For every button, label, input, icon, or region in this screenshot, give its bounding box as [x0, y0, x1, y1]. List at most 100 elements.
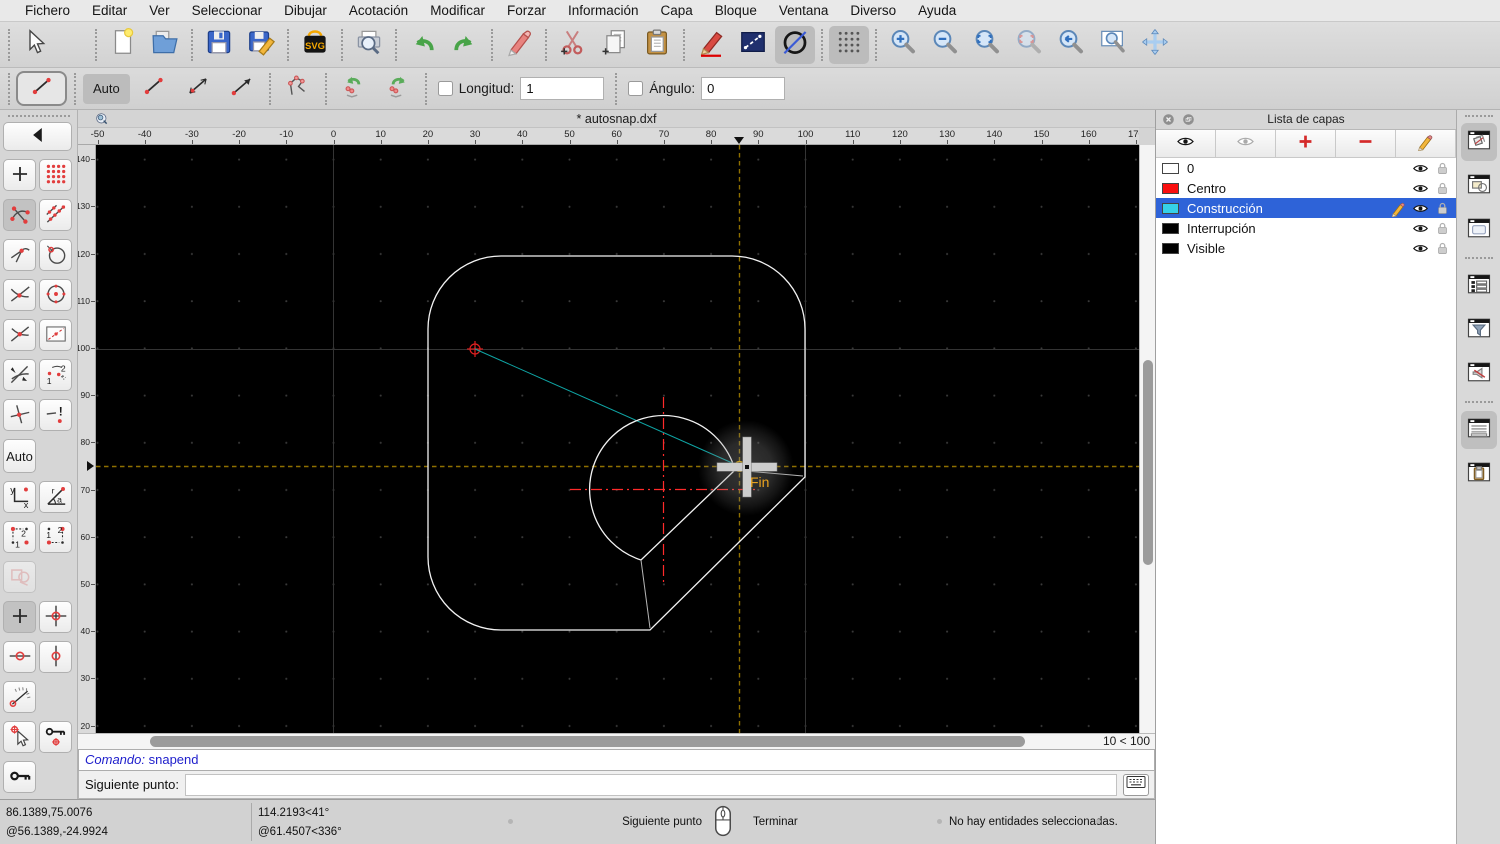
- layer-color-swatch[interactable]: [1162, 243, 1179, 254]
- layer-row-visible[interactable]: Visible: [1156, 238, 1456, 258]
- menu-forzar[interactable]: Forzar: [496, 0, 557, 22]
- snap-on-entity-button[interactable]: [39, 199, 72, 231]
- layer-visibility-toggle[interactable]: [1412, 240, 1429, 257]
- layer-lock-toggle[interactable]: [1434, 200, 1451, 217]
- line-endpoints-button[interactable]: [134, 73, 174, 105]
- angulo-input[interactable]: 0: [701, 77, 785, 100]
- redo-button[interactable]: [445, 26, 485, 64]
- layer-color-swatch[interactable]: [1162, 183, 1179, 194]
- restrict-free-button[interactable]: [3, 601, 36, 633]
- cut-button[interactable]: [553, 26, 593, 64]
- menu-editar[interactable]: Editar: [81, 0, 138, 22]
- auto-line-toggle[interactable]: Auto: [83, 74, 130, 104]
- export-svg-button[interactable]: SVG: [295, 26, 335, 64]
- print-preview-button[interactable]: [349, 26, 389, 64]
- draw-pen-button[interactable]: [691, 26, 731, 64]
- angle-meter-button[interactable]: [3, 681, 36, 713]
- vertical-scrollbar-thumb[interactable]: [1143, 360, 1153, 565]
- horizontal-scrollbar-thumb[interactable]: [150, 736, 1025, 747]
- restrict-horizontal-button[interactable]: [3, 641, 36, 673]
- menu-seleccionar[interactable]: Seleccionar: [181, 0, 274, 22]
- snap-middle-button[interactable]: [3, 319, 36, 351]
- dock-drag-handle[interactable]: [1465, 115, 1493, 117]
- show-all-layers-button[interactable]: [1156, 130, 1216, 157]
- snap-sequence-button[interactable]: 12: [39, 359, 72, 391]
- horizontal-scrollbar[interactable]: [96, 734, 1081, 749]
- snap-cross-button[interactable]: [3, 399, 36, 431]
- layer-lock-toggle[interactable]: [1434, 180, 1451, 197]
- snap-on-circle-button[interactable]: [39, 239, 72, 271]
- menu-capa[interactable]: Capa: [650, 0, 704, 22]
- vertical-scrollbar[interactable]: [1139, 145, 1155, 733]
- snap-free-button[interactable]: [3, 159, 36, 191]
- layer-row-centro[interactable]: Centro: [1156, 178, 1456, 198]
- layer-color-swatch[interactable]: [1162, 203, 1179, 214]
- command-input[interactable]: [185, 774, 1117, 796]
- menu-acotacion[interactable]: Acotación: [338, 0, 419, 22]
- dock-clipboard-toggle[interactable]: [1461, 455, 1497, 493]
- edit-layer-button[interactable]: [1396, 130, 1456, 157]
- layer-visibility-toggle[interactable]: [1412, 200, 1429, 217]
- layer-edit-pencil-icon[interactable]: [1390, 200, 1407, 217]
- snap-endpoints-button[interactable]: [3, 199, 36, 231]
- layer-row-construccion[interactable]: Construcción: [1156, 198, 1456, 218]
- line-two-points-current-tool[interactable]: [16, 71, 67, 106]
- line-angle-button[interactable]: [178, 73, 218, 105]
- draw-circle-line-button[interactable]: [775, 26, 815, 64]
- menu-diverso[interactable]: Diverso: [839, 0, 907, 22]
- longitud-input[interactable]: 1: [520, 77, 604, 100]
- draw-line-button[interactable]: [733, 26, 773, 64]
- snap-intersection-button[interactable]: [3, 239, 36, 271]
- zoom-out-button[interactable]: [925, 26, 965, 64]
- layer-visibility-toggle[interactable]: [1412, 160, 1429, 177]
- layer-row-interrupcion[interactable]: Interrupción: [1156, 218, 1456, 238]
- layer-visibility-toggle[interactable]: [1412, 180, 1429, 197]
- dock-selection-filter-toggle[interactable]: [1461, 311, 1497, 349]
- drawing-canvas[interactable]: Fin: [96, 145, 1139, 733]
- set-relative-zero-button[interactable]: [3, 761, 36, 793]
- zoom-pan-button[interactable]: [1135, 26, 1175, 64]
- dock-layer-list-toggle[interactable]: [1461, 123, 1497, 161]
- new-file-button[interactable]: [103, 26, 143, 64]
- menu-dibujar[interactable]: Dibujar: [273, 0, 338, 22]
- layer-visibility-toggle[interactable]: [1412, 220, 1429, 237]
- rel-sequence-1-button[interactable]: 12: [3, 521, 36, 553]
- lock-relative-zero-button[interactable]: [39, 721, 72, 753]
- zoom-window-button[interactable]: [1093, 26, 1133, 64]
- dock-library-browser-toggle[interactable]: [1461, 211, 1497, 249]
- zoom-previous-button[interactable]: [1009, 26, 1049, 64]
- panel-drag-handle[interactable]: [8, 115, 70, 117]
- toolbar-drag-handle[interactable]: [8, 73, 10, 105]
- segment-undo-button[interactable]: [334, 73, 374, 105]
- keyboard-focus-button[interactable]: [1123, 774, 1149, 796]
- save-button[interactable]: [199, 26, 239, 64]
- restrict-both-button[interactable]: [39, 601, 72, 633]
- close-panel-button[interactable]: [1161, 112, 1176, 127]
- longitud-checkbox[interactable]: [438, 81, 453, 96]
- snap-distance-button[interactable]: [39, 319, 72, 351]
- save-as-button[interactable]: [241, 26, 281, 64]
- snap-center-button[interactable]: [39, 279, 72, 311]
- coord-cartesian-button[interactable]: yx: [3, 481, 36, 513]
- restrict-vertical-button[interactable]: [39, 641, 72, 673]
- dock-messages-toggle[interactable]: [1461, 355, 1497, 393]
- layer-lock-toggle[interactable]: [1434, 240, 1451, 257]
- menu-fichero[interactable]: Fichero: [14, 0, 81, 22]
- pointer-button[interactable]: [15, 26, 55, 64]
- snap-grid-button[interactable]: [39, 159, 72, 191]
- undo-button[interactable]: [403, 26, 443, 64]
- snap-tangent-button[interactable]: [3, 279, 36, 311]
- coord-polar-button[interactable]: ra: [39, 481, 72, 513]
- layer-lock-toggle[interactable]: [1434, 220, 1451, 237]
- menu-bloque[interactable]: Bloque: [704, 0, 768, 22]
- polyline-button[interactable]: [278, 73, 318, 105]
- menu-ventana[interactable]: Ventana: [768, 0, 840, 22]
- menu-modificar[interactable]: Modificar: [419, 0, 496, 22]
- add-layer-button[interactable]: [1276, 130, 1336, 157]
- layer-lock-toggle[interactable]: [1434, 160, 1451, 177]
- zoom-redraw-button[interactable]: [1051, 26, 1091, 64]
- zoom-auto-button[interactable]: [967, 26, 1007, 64]
- angulo-checkbox[interactable]: [628, 81, 643, 96]
- zoom-in-button[interactable]: [883, 26, 923, 64]
- layer-color-swatch[interactable]: [1162, 223, 1179, 234]
